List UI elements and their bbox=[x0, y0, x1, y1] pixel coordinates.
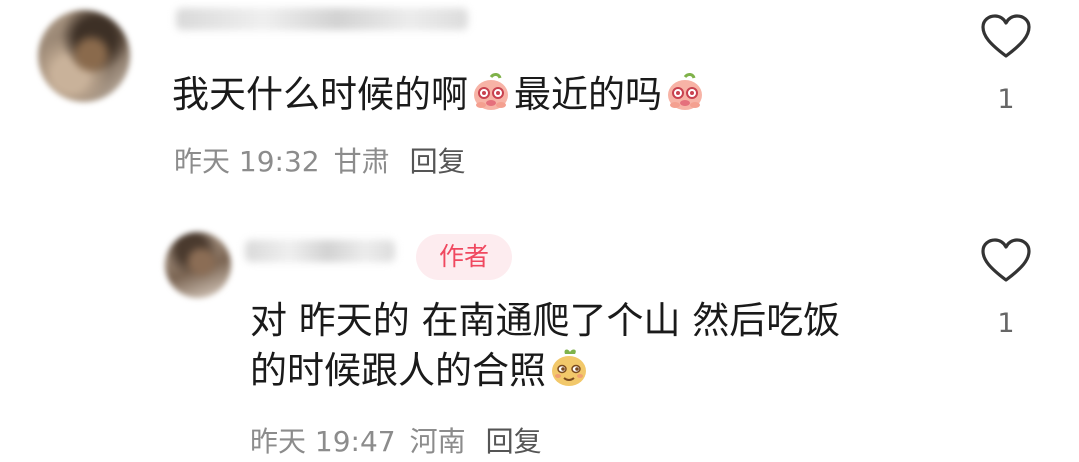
reply-button[interactable]: 回复 bbox=[410, 145, 466, 178]
comment-text-part: 最近的吗 bbox=[514, 73, 662, 116]
comment-item: 我天什么时候的啊 最近的吗 昨天 19:32 甘肃 回复 1 bbox=[0, 0, 1079, 200]
avatar[interactable] bbox=[165, 232, 231, 298]
comment-meta: 昨天 19:47 河南 回复 bbox=[250, 420, 556, 460]
comment-text-line: 对 昨天的 在南通爬了个山 然后吃饭 bbox=[250, 299, 841, 342]
comment-location: 甘肃 bbox=[333, 145, 390, 178]
reply-item: 作者 对 昨天的 在南通爬了个山 然后吃饭 的时候跟人的合照 昨天 19:47 河… bbox=[0, 218, 1079, 462]
crying-peach-emoji-icon bbox=[474, 73, 508, 110]
username-blurred[interactable] bbox=[176, 8, 468, 30]
comment-text[interactable]: 对 昨天的 在南通爬了个山 然后吃饭 的时候跟人的合照 bbox=[250, 296, 940, 396]
comment-text-part: 我天什么时候的啊 bbox=[172, 73, 468, 116]
heart-icon[interactable] bbox=[980, 238, 1032, 284]
comment-meta: 昨天 19:32 甘肃 回复 bbox=[174, 140, 480, 180]
like-button[interactable]: 1 bbox=[979, 14, 1033, 115]
comment-time: 昨天 19:32 bbox=[174, 145, 320, 178]
comment-location: 河南 bbox=[409, 425, 466, 458]
like-count: 1 bbox=[997, 308, 1015, 339]
like-button[interactable]: 1 bbox=[979, 238, 1033, 339]
smug-fruit-emoji-icon bbox=[552, 349, 586, 386]
comment-time: 昨天 19:47 bbox=[250, 425, 396, 458]
heart-icon[interactable] bbox=[980, 14, 1032, 60]
comment-text-line: 的时候跟人的合照 bbox=[250, 349, 546, 392]
crying-peach-emoji-icon bbox=[668, 73, 702, 110]
username-blurred[interactable] bbox=[245, 240, 395, 262]
author-badge: 作者 bbox=[416, 234, 512, 280]
avatar[interactable] bbox=[38, 10, 130, 102]
like-count: 1 bbox=[997, 84, 1015, 115]
comment-text[interactable]: 我天什么时候的啊 最近的吗 bbox=[172, 70, 932, 120]
reply-button[interactable]: 回复 bbox=[486, 425, 542, 458]
